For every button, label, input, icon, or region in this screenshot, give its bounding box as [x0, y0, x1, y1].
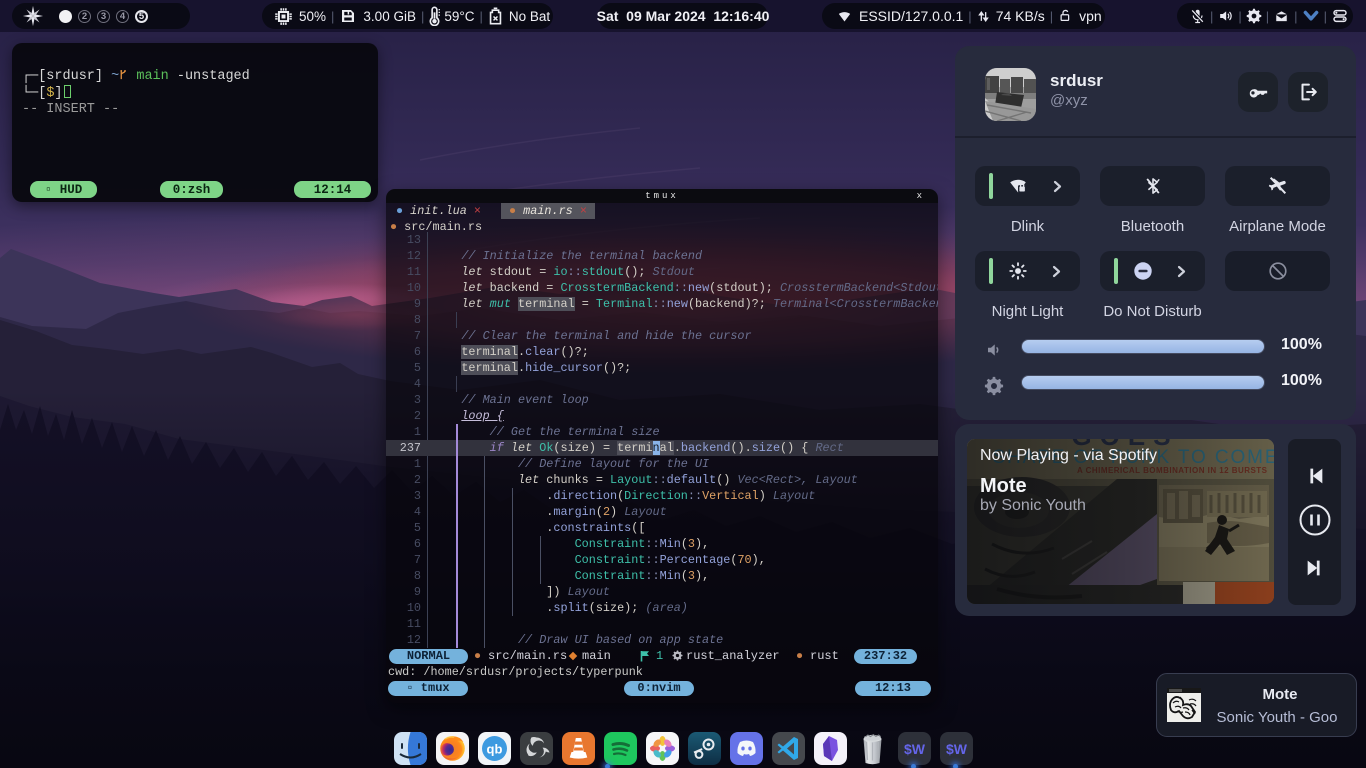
svg-text:qb: qb: [487, 742, 503, 757]
svg-text:$W: $W: [946, 741, 968, 757]
svg-text:$W: $W: [904, 741, 926, 757]
